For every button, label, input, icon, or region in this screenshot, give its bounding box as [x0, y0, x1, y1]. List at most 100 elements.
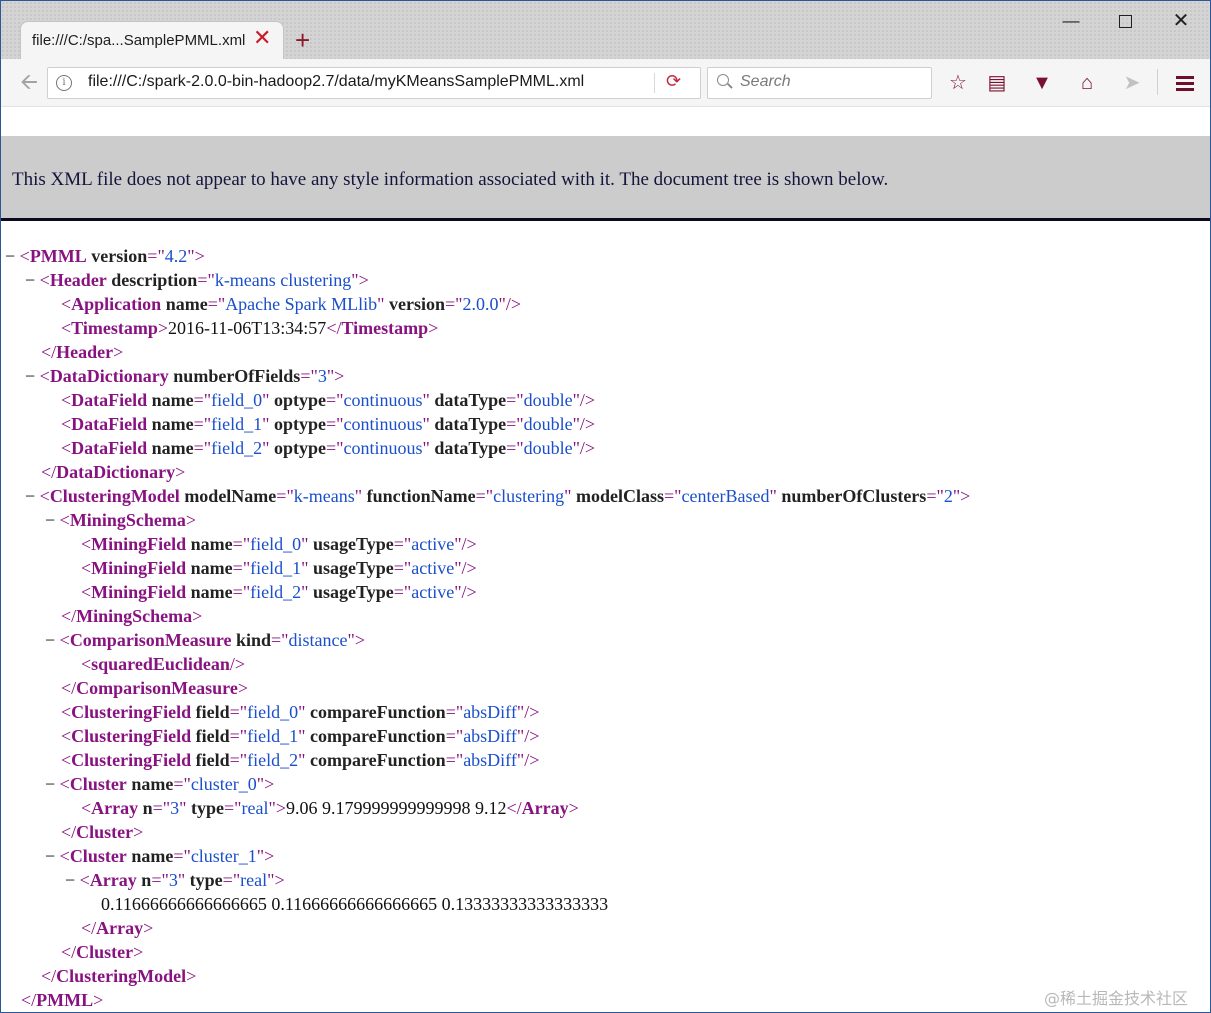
collapse-toggle[interactable]: − — [45, 774, 55, 794]
attr-value: field_0 — [211, 390, 263, 410]
url-bar[interactable]: i file:///C:/spark-2.0.0-bin-hadoop2.7/d… — [47, 67, 701, 99]
attr-value: absDiff — [463, 726, 517, 746]
attr-name: usageType — [313, 534, 394, 554]
tag-name: Cluster — [76, 822, 134, 842]
collapse-toggle[interactable]: − — [45, 846, 55, 866]
xml-line-clusteringfield: <ClusteringField field="field_1" compare… — [61, 726, 540, 746]
window-close-button[interactable]: ✕ — [1161, 7, 1201, 35]
back-arrow-icon[interactable]: 🡨 — [15, 68, 43, 96]
attr-value: Apache Spark MLlib — [225, 294, 378, 314]
attr-value: field_1 — [211, 414, 263, 434]
tag-name: PMML — [29, 246, 87, 266]
attr-value: centerBased — [681, 486, 770, 506]
collapse-toggle[interactable]: − — [5, 246, 15, 266]
maximize-button[interactable] — [1105, 7, 1145, 35]
collapse-toggle[interactable]: − — [25, 270, 35, 290]
xml-line-miningfield: <MiningField name="field_1" usageType="a… — [81, 558, 477, 578]
tag-name: ClusteringField — [71, 702, 192, 722]
send-icon[interactable]: ➤ — [1118, 69, 1146, 97]
attr-name: description — [111, 270, 198, 290]
attr-name: modelClass — [575, 486, 664, 506]
attr-value: 2.0.0 — [462, 294, 499, 314]
tag-name: Timestamp — [71, 318, 158, 338]
collapse-toggle[interactable]: − — [65, 870, 75, 890]
attr-name: name — [151, 438, 194, 458]
attr-value: 3 — [168, 870, 178, 890]
menu-icon[interactable] — [1171, 69, 1199, 97]
home-icon[interactable]: ⌂ — [1073, 69, 1101, 97]
xml-line-clusteringmodel-close: </ClusteringModel> — [41, 966, 197, 986]
attr-name: dataType — [434, 438, 507, 458]
attr-name: compareFunction — [310, 702, 446, 722]
collapse-toggle[interactable]: − — [45, 630, 55, 650]
attr-value: active — [411, 534, 455, 554]
attr-name: name — [151, 414, 194, 434]
toolbar-divider — [1157, 69, 1158, 95]
navigation-toolbar: 🡨 i file:///C:/spark-2.0.0-bin-hadoop2.7… — [1, 59, 1210, 107]
attr-name: compareFunction — [310, 726, 446, 746]
collapse-toggle[interactable]: − — [25, 366, 35, 386]
hamburger-glyph — [1176, 82, 1194, 86]
minimize-button[interactable]: — — [1051, 7, 1091, 35]
attr-value: 3 — [170, 798, 180, 818]
watermark-text: @稀土掘金技术社区 — [1044, 989, 1189, 1008]
attr-name: numberOfClusters — [781, 486, 927, 506]
tab-close-icon[interactable]: ✕ — [253, 27, 271, 49]
pocket-icon[interactable]: ▼ — [1028, 69, 1056, 97]
attr-name: modelName — [184, 486, 277, 506]
search-input[interactable]: Search — [707, 67, 932, 99]
page-content: This XML file does not appear to have an… — [1, 107, 1210, 1012]
attr-name: field — [195, 726, 230, 746]
tag-name: squaredEuclidean — [91, 654, 230, 674]
attr-value: k-means — [293, 486, 355, 506]
tag-name: MiningField — [91, 558, 187, 578]
attr-value: double — [523, 438, 573, 458]
attr-value: real — [241, 798, 269, 818]
attr-value: continuous — [343, 414, 423, 434]
tag-name: Header — [56, 342, 114, 362]
xml-line-datafield: <DataField name="field_2" optype="contin… — [61, 438, 596, 458]
attr-name: field — [195, 702, 230, 722]
collapse-toggle[interactable]: − — [25, 486, 35, 506]
reload-icon[interactable]: ⟳ — [666, 71, 681, 92]
xml-line-miningfield: <MiningField name="field_0" usageType="a… — [81, 534, 477, 554]
xml-line-clusteringmodel-open: − <ClusteringModel modelName="k-means" f… — [25, 486, 971, 506]
xml-line-cluster-close: </Cluster> — [61, 822, 144, 842]
tag-name: DataDictionary — [56, 462, 176, 482]
attr-value: cluster_1 — [190, 846, 257, 866]
attr-value: field_0 — [250, 534, 302, 554]
tag-name: Cluster — [69, 846, 127, 866]
collapse-toggle[interactable]: − — [45, 510, 55, 530]
attr-name: name — [190, 582, 233, 602]
new-tab-button[interactable]: + — [295, 27, 310, 53]
tag-name: Cluster — [69, 774, 127, 794]
xml-line-array-close: </Array> — [81, 918, 154, 938]
attr-value: field_2 — [247, 750, 299, 770]
attr-value: continuous — [343, 390, 423, 410]
attr-value: 3 — [317, 366, 327, 386]
info-icon[interactable]: i — [56, 75, 72, 91]
tag-name: ClusteringModel — [56, 966, 187, 986]
tag-name: PMML — [36, 990, 94, 1010]
attr-name: type — [191, 798, 225, 818]
tab-active[interactable]: file:///C:/spa...SamplePMML.xml ✕ — [21, 22, 283, 59]
text-node: 9.06 9.179999999999998 9.12 — [286, 798, 507, 818]
xml-line-datafield: <DataField name="field_1" optype="contin… — [61, 414, 596, 434]
star-icon[interactable]: ☆ — [944, 69, 972, 97]
tag-name: ComparisonMeasure — [76, 678, 238, 698]
attr-name: name — [151, 390, 194, 410]
xml-line-timestamp: <Timestamp>2016-11-06T13:34:57</Timestam… — [61, 318, 439, 338]
tag-name: ComparisonMeasure — [69, 630, 232, 650]
tag-name: Array — [96, 918, 144, 938]
xml-line-clusteringfield: <ClusteringField field="field_2" compare… — [61, 750, 540, 770]
url-text[interactable]: file:///C:/spark-2.0.0-bin-hadoop2.7/dat… — [88, 73, 584, 91]
url-divider — [654, 73, 655, 93]
attr-name: compareFunction — [310, 750, 446, 770]
attr-name: n — [141, 870, 152, 890]
xml-line-array: <Array n="3" type="real">9.06 9.17999999… — [81, 798, 579, 818]
tag-name: Timestamp — [341, 318, 429, 338]
search-icon — [717, 74, 729, 86]
reading-list-icon[interactable]: ▤ — [983, 69, 1011, 97]
attr-name: n — [142, 798, 153, 818]
attr-value: cluster_0 — [190, 774, 257, 794]
